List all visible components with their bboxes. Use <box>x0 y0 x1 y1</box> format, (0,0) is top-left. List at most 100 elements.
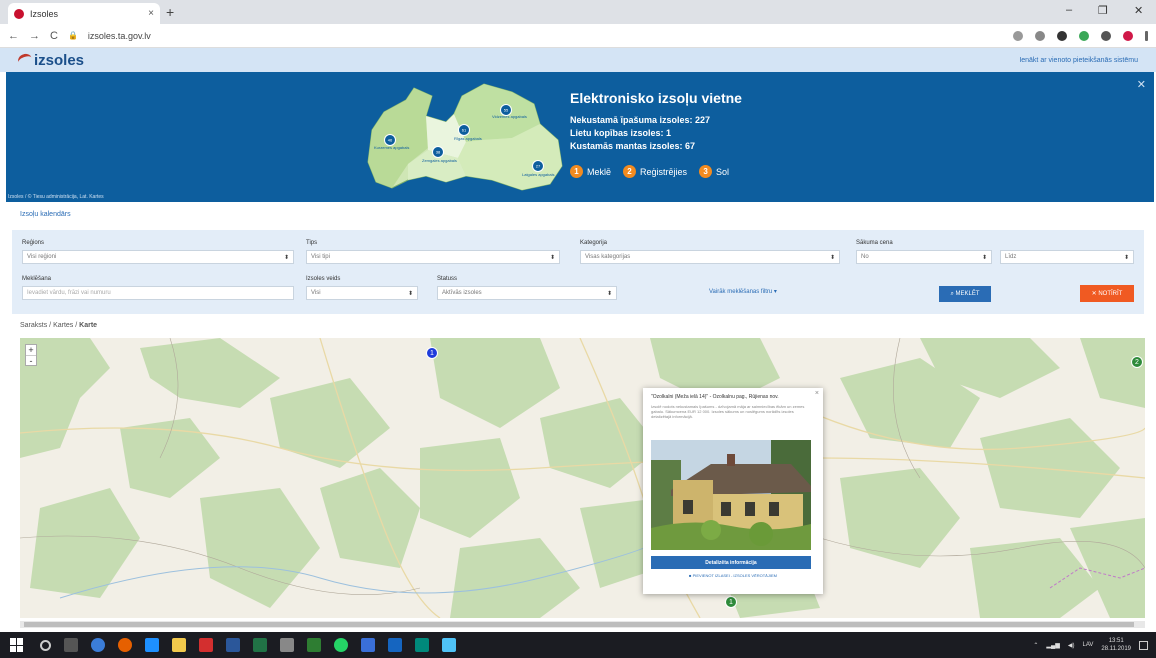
extension-icon[interactable] <box>1079 30 1089 41</box>
region-count: 38 <box>436 150 441 155</box>
region-label: Kurzemes apgabals <box>374 145 409 150</box>
edge-icon[interactable] <box>145 638 159 652</box>
chevron-up-icon[interactable]: ⌃ <box>1033 642 1038 649</box>
search-button[interactable]: ⌕ MEKLĒT <box>939 286 991 302</box>
reload-button[interactable]: C <box>50 30 58 42</box>
app-icon[interactable] <box>307 638 321 652</box>
lock-icon: 🔒 <box>67 31 78 40</box>
region-label: Zemgales apgabals <box>422 158 457 163</box>
firefox-icon[interactable] <box>118 638 132 652</box>
price-to-input[interactable]: Līdz ⬍ <box>1000 250 1134 264</box>
chevron-down-icon: ⬍ <box>606 290 612 297</box>
app-icon[interactable] <box>442 638 456 652</box>
menu-icon[interactable] <box>1145 30 1148 41</box>
latvia-region-map[interactable]: Kurzemes apgabals Zemgales apgabals Rīga… <box>362 78 567 196</box>
windows-taskbar: ⌃ ▂▄▆ ◀) LAV 13:51 28.11.2019 <box>0 632 1156 658</box>
pdf-reader-icon[interactable] <box>199 638 213 652</box>
popup-title[interactable]: "Ozolkalni (Meža ielā 14)" - Ozolkalnu p… <box>651 394 815 400</box>
taskbar-apps <box>40 638 456 652</box>
zoom-in-button[interactable]: + <box>26 345 36 355</box>
horizontal-scrollbar[interactable] <box>20 621 1145 628</box>
new-tab-button[interactable]: + <box>166 4 174 20</box>
chrome-icon[interactable] <box>91 638 105 652</box>
maximize-button[interactable]: ❐ <box>1098 4 1108 17</box>
calendar-link[interactable]: Izsoļu kalendārs <box>20 211 71 218</box>
excel-icon[interactable] <box>253 638 267 652</box>
auction-type-label: Izsoles veids <box>306 276 341 282</box>
auction-type-select[interactable]: Visi ⬍ <box>306 286 418 300</box>
search-icon[interactable] <box>1013 30 1023 41</box>
zoom-out-button[interactable]: - <box>26 355 36 366</box>
view-switch-active: Karte <box>79 322 98 329</box>
chevron-down-icon: ⬍ <box>549 254 555 261</box>
view-switch[interactable]: Saraksts / Kartes / Karte <box>20 322 97 329</box>
url-field[interactable]: izsoles.ta.gov.lv <box>88 31 151 41</box>
address-bar: ← → C 🔒 izsoles.ta.gov.lv <box>0 24 1156 48</box>
notifications-icon[interactable] <box>1139 640 1148 650</box>
region-count: 61 <box>462 128 467 133</box>
minimize-button[interactable]: – <box>1066 4 1072 16</box>
step-bid[interactable]: 3 Sol <box>699 165 729 178</box>
windows-start-icon[interactable] <box>10 638 24 652</box>
network-icon[interactable]: ▂▄▆ <box>1046 642 1059 649</box>
app-icon[interactable] <box>388 638 402 652</box>
add-to-favorites-link[interactable]: ■ PIEVIENOT IZLASEI - IZSOLES VĒROTĀJIEM <box>651 573 815 578</box>
step-register[interactable]: 2 Reģistrējies <box>623 165 687 178</box>
region-select[interactable]: Visi reģioni ⬍ <box>22 250 294 264</box>
system-tray: ⌃ ▂▄▆ ◀) LAV 13:51 28.11.2019 <box>1033 637 1156 653</box>
clear-button[interactable]: ✕ NOTĪRĪT <box>1080 285 1134 302</box>
word-icon[interactable] <box>226 638 240 652</box>
browser-tab[interactable]: Izsoles × <box>8 3 160 24</box>
whatsapp-icon[interactable] <box>334 638 348 652</box>
step-search[interactable]: 1 Meklē <box>570 165 611 178</box>
popup-close-icon[interactable]: × <box>815 390 819 397</box>
tray-language[interactable]: LAV <box>1083 642 1094 648</box>
app-icon[interactable] <box>415 638 429 652</box>
favicon-icon <box>14 8 24 19</box>
search-icon[interactable] <box>40 639 51 651</box>
zoom-control: + - <box>25 344 37 366</box>
more-filters-link[interactable]: Vairāk meklēšanas filtru ▾ <box>709 288 777 295</box>
popup-description: Izsolē nodots nekustamais īpašums - dzīv… <box>651 404 805 419</box>
type-label: Tips <box>306 240 318 246</box>
status-select[interactable]: Aktīvās izsoles ⬍ <box>437 286 617 300</box>
login-link[interactable]: Ienākt ar vienoto pieteikšanās sistēmu <box>1019 57 1138 64</box>
status-label: Statuss <box>437 276 458 282</box>
browser-tab-bar: Izsoles × + – ❐ ✕ <box>0 0 1156 24</box>
details-button[interactable]: Detalizēta informācija <box>651 556 811 569</box>
logo-text: izsoles <box>34 51 85 69</box>
extension-icon[interactable] <box>1057 30 1067 41</box>
back-button[interactable]: ← <box>8 30 19 42</box>
close-icon: ✕ <box>1091 291 1099 297</box>
star-icon[interactable] <box>1035 30 1045 41</box>
region-count: 46 <box>388 138 393 143</box>
chevron-down-icon: ⬍ <box>829 254 835 261</box>
tab-close-icon[interactable]: × <box>148 8 154 19</box>
price-from-input[interactable]: No ⬍ <box>856 250 992 264</box>
close-window-button[interactable]: ✕ <box>1134 4 1143 17</box>
extension-icon[interactable] <box>1101 30 1111 41</box>
auction-map[interactable]: + - 1 2 1 <box>20 338 1145 618</box>
task-view-icon[interactable] <box>64 638 78 652</box>
calculator-icon[interactable] <box>280 638 294 652</box>
file-explorer-icon[interactable] <box>172 638 186 652</box>
scrollbar-thumb[interactable] <box>24 622 1134 627</box>
banner-title: Elektronisko izsoļu vietne <box>570 90 742 106</box>
profile-icon[interactable] <box>1123 30 1133 41</box>
price-label: Sākuma cena <box>856 240 893 246</box>
volume-icon[interactable]: ◀) <box>1068 642 1075 649</box>
site-logo[interactable]: izsoles <box>16 51 85 69</box>
type-select[interactable]: Visi tipi ⬍ <box>306 250 560 264</box>
map-marker-cluster[interactable]: 1 <box>725 596 737 608</box>
category-select[interactable]: Visas kategorijas ⬍ <box>580 250 840 264</box>
clock[interactable]: 13:51 28.11.2019 <box>1101 637 1131 653</box>
stat-real-estate: Nekustamā īpašuma izsoles: 227 <box>570 115 711 125</box>
search-filters: Reģions Visi reģioni ⬍ Tips Visi tipi ⬍ Ka… <box>12 230 1144 314</box>
map-marker-cluster[interactable]: 1 <box>426 347 438 359</box>
app-icon[interactable] <box>361 638 375 652</box>
forward-button[interactable]: → <box>29 30 40 42</box>
property-photo <box>651 440 811 550</box>
map-marker-cluster[interactable]: 2 <box>1131 356 1143 368</box>
close-icon[interactable]: ✕ <box>1137 78 1146 91</box>
keyword-input[interactable]: Ievadiet vārdu, frāzi vai numuru <box>22 286 294 300</box>
